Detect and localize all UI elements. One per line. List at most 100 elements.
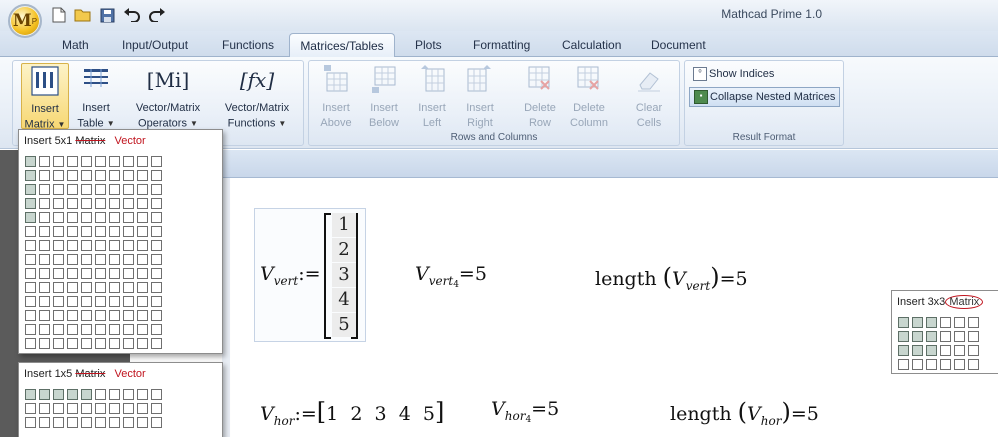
vhor-length-expression[interactable]: length (Vhor)=5 [670, 398, 819, 428]
grid-cell[interactable] [940, 359, 951, 370]
grid-cell[interactable] [123, 198, 134, 209]
grid-cell[interactable] [39, 417, 50, 428]
grid-cell[interactable] [81, 184, 92, 195]
grid-cell[interactable] [954, 331, 965, 342]
grid-cell[interactable] [81, 156, 92, 167]
vvert-length-expression[interactable]: length (Vvert)=5 [595, 263, 748, 293]
grid-cell[interactable] [95, 296, 106, 307]
grid-cell[interactable] [25, 170, 36, 181]
grid-cell[interactable] [95, 156, 106, 167]
undo-icon[interactable] [123, 6, 141, 24]
grid-cell[interactable] [25, 417, 36, 428]
grid-cell[interactable] [940, 331, 951, 342]
grid-cell[interactable] [25, 282, 36, 293]
grid-cell[interactable] [109, 212, 120, 223]
tab-matrices-tables[interactable]: Matrices/Tables [289, 33, 395, 58]
vector-cell[interactable]: 5 [332, 313, 356, 337]
grid-cell[interactable] [81, 403, 92, 414]
grid-cell[interactable] [39, 296, 50, 307]
matrix-size-grid[interactable] [25, 389, 162, 428]
grid-cell[interactable] [95, 170, 106, 181]
grid-cell[interactable] [95, 268, 106, 279]
grid-cell[interactable] [968, 345, 979, 356]
grid-cell[interactable] [137, 324, 148, 335]
grid-cell[interactable] [67, 338, 78, 349]
grid-cell[interactable] [109, 310, 120, 321]
grid-cell[interactable] [67, 324, 78, 335]
grid-cell[interactable] [137, 282, 148, 293]
grid-cell[interactable] [25, 338, 36, 349]
grid-cell[interactable] [81, 338, 92, 349]
grid-cell[interactable] [123, 310, 134, 321]
grid-cell[interactable] [123, 156, 134, 167]
grid-cell[interactable] [25, 212, 36, 223]
grid-cell[interactable] [95, 212, 106, 223]
grid-cell[interactable] [39, 282, 50, 293]
grid-cell[interactable] [81, 310, 92, 321]
grid-cell[interactable] [954, 317, 965, 328]
grid-cell[interactable] [95, 282, 106, 293]
grid-cell[interactable] [95, 324, 106, 335]
grid-cell[interactable] [137, 254, 148, 265]
grid-cell[interactable] [39, 324, 50, 335]
grid-cell[interactable] [109, 226, 120, 237]
grid-cell[interactable] [53, 417, 64, 428]
vertical-vector[interactable]: 1 2 3 4 5 [322, 209, 366, 341]
grid-cell[interactable] [67, 403, 78, 414]
grid-cell[interactable] [25, 389, 36, 400]
grid-cell[interactable] [926, 317, 937, 328]
grid-cell[interactable] [67, 226, 78, 237]
grid-cell[interactable] [123, 338, 134, 349]
grid-cell[interactable] [137, 296, 148, 307]
grid-cell[interactable] [81, 324, 92, 335]
grid-cell[interactable] [81, 268, 92, 279]
grid-cell[interactable] [137, 389, 148, 400]
grid-cell[interactable] [151, 296, 162, 307]
grid-cell[interactable] [137, 170, 148, 181]
grid-cell[interactable] [53, 226, 64, 237]
grid-cell[interactable] [926, 359, 937, 370]
grid-cell[interactable] [39, 212, 50, 223]
grid-cell[interactable] [109, 254, 120, 265]
vector-cell[interactable]: 1 [332, 213, 356, 237]
grid-cell[interactable] [67, 240, 78, 251]
save-icon[interactable] [98, 6, 116, 24]
grid-cell[interactable] [95, 389, 106, 400]
grid-cell[interactable] [109, 324, 120, 335]
tab-input-output[interactable]: Input/Output [122, 38, 188, 52]
grid-cell[interactable] [53, 212, 64, 223]
vector-cell[interactable]: 2 [350, 403, 362, 425]
grid-cell[interactable] [53, 282, 64, 293]
grid-cell[interactable] [39, 226, 50, 237]
grid-cell[interactable] [67, 156, 78, 167]
grid-cell[interactable] [123, 268, 134, 279]
grid-cell[interactable] [151, 226, 162, 237]
app-menu-button[interactable]: MP [8, 4, 42, 38]
grid-cell[interactable] [39, 156, 50, 167]
delete-column-button[interactable]: Delete Column [565, 63, 613, 131]
grid-cell[interactable] [95, 338, 106, 349]
grid-cell[interactable] [137, 212, 148, 223]
vector-cell[interactable]: 5 [423, 403, 435, 425]
grid-cell[interactable] [81, 254, 92, 265]
grid-cell[interactable] [53, 310, 64, 321]
grid-cell[interactable] [53, 184, 64, 195]
grid-cell[interactable] [151, 338, 162, 349]
vhor-index-expression[interactable]: Vhor4=5 [491, 398, 559, 425]
grid-cell[interactable] [53, 324, 64, 335]
grid-cell[interactable] [137, 417, 148, 428]
grid-cell[interactable] [151, 324, 162, 335]
grid-cell[interactable] [109, 389, 120, 400]
grid-cell[interactable] [53, 268, 64, 279]
grid-cell[interactable] [81, 282, 92, 293]
grid-cell[interactable] [151, 240, 162, 251]
show-indices-button[interactable]: ⁰ Show Indices [693, 67, 774, 81]
grid-cell[interactable] [109, 156, 120, 167]
grid-cell[interactable] [123, 226, 134, 237]
grid-cell[interactable] [67, 184, 78, 195]
grid-cell[interactable] [898, 359, 909, 370]
grid-cell[interactable] [968, 317, 979, 328]
grid-cell[interactable] [25, 156, 36, 167]
grid-cell[interactable] [109, 282, 120, 293]
redo-icon[interactable] [148, 6, 166, 24]
